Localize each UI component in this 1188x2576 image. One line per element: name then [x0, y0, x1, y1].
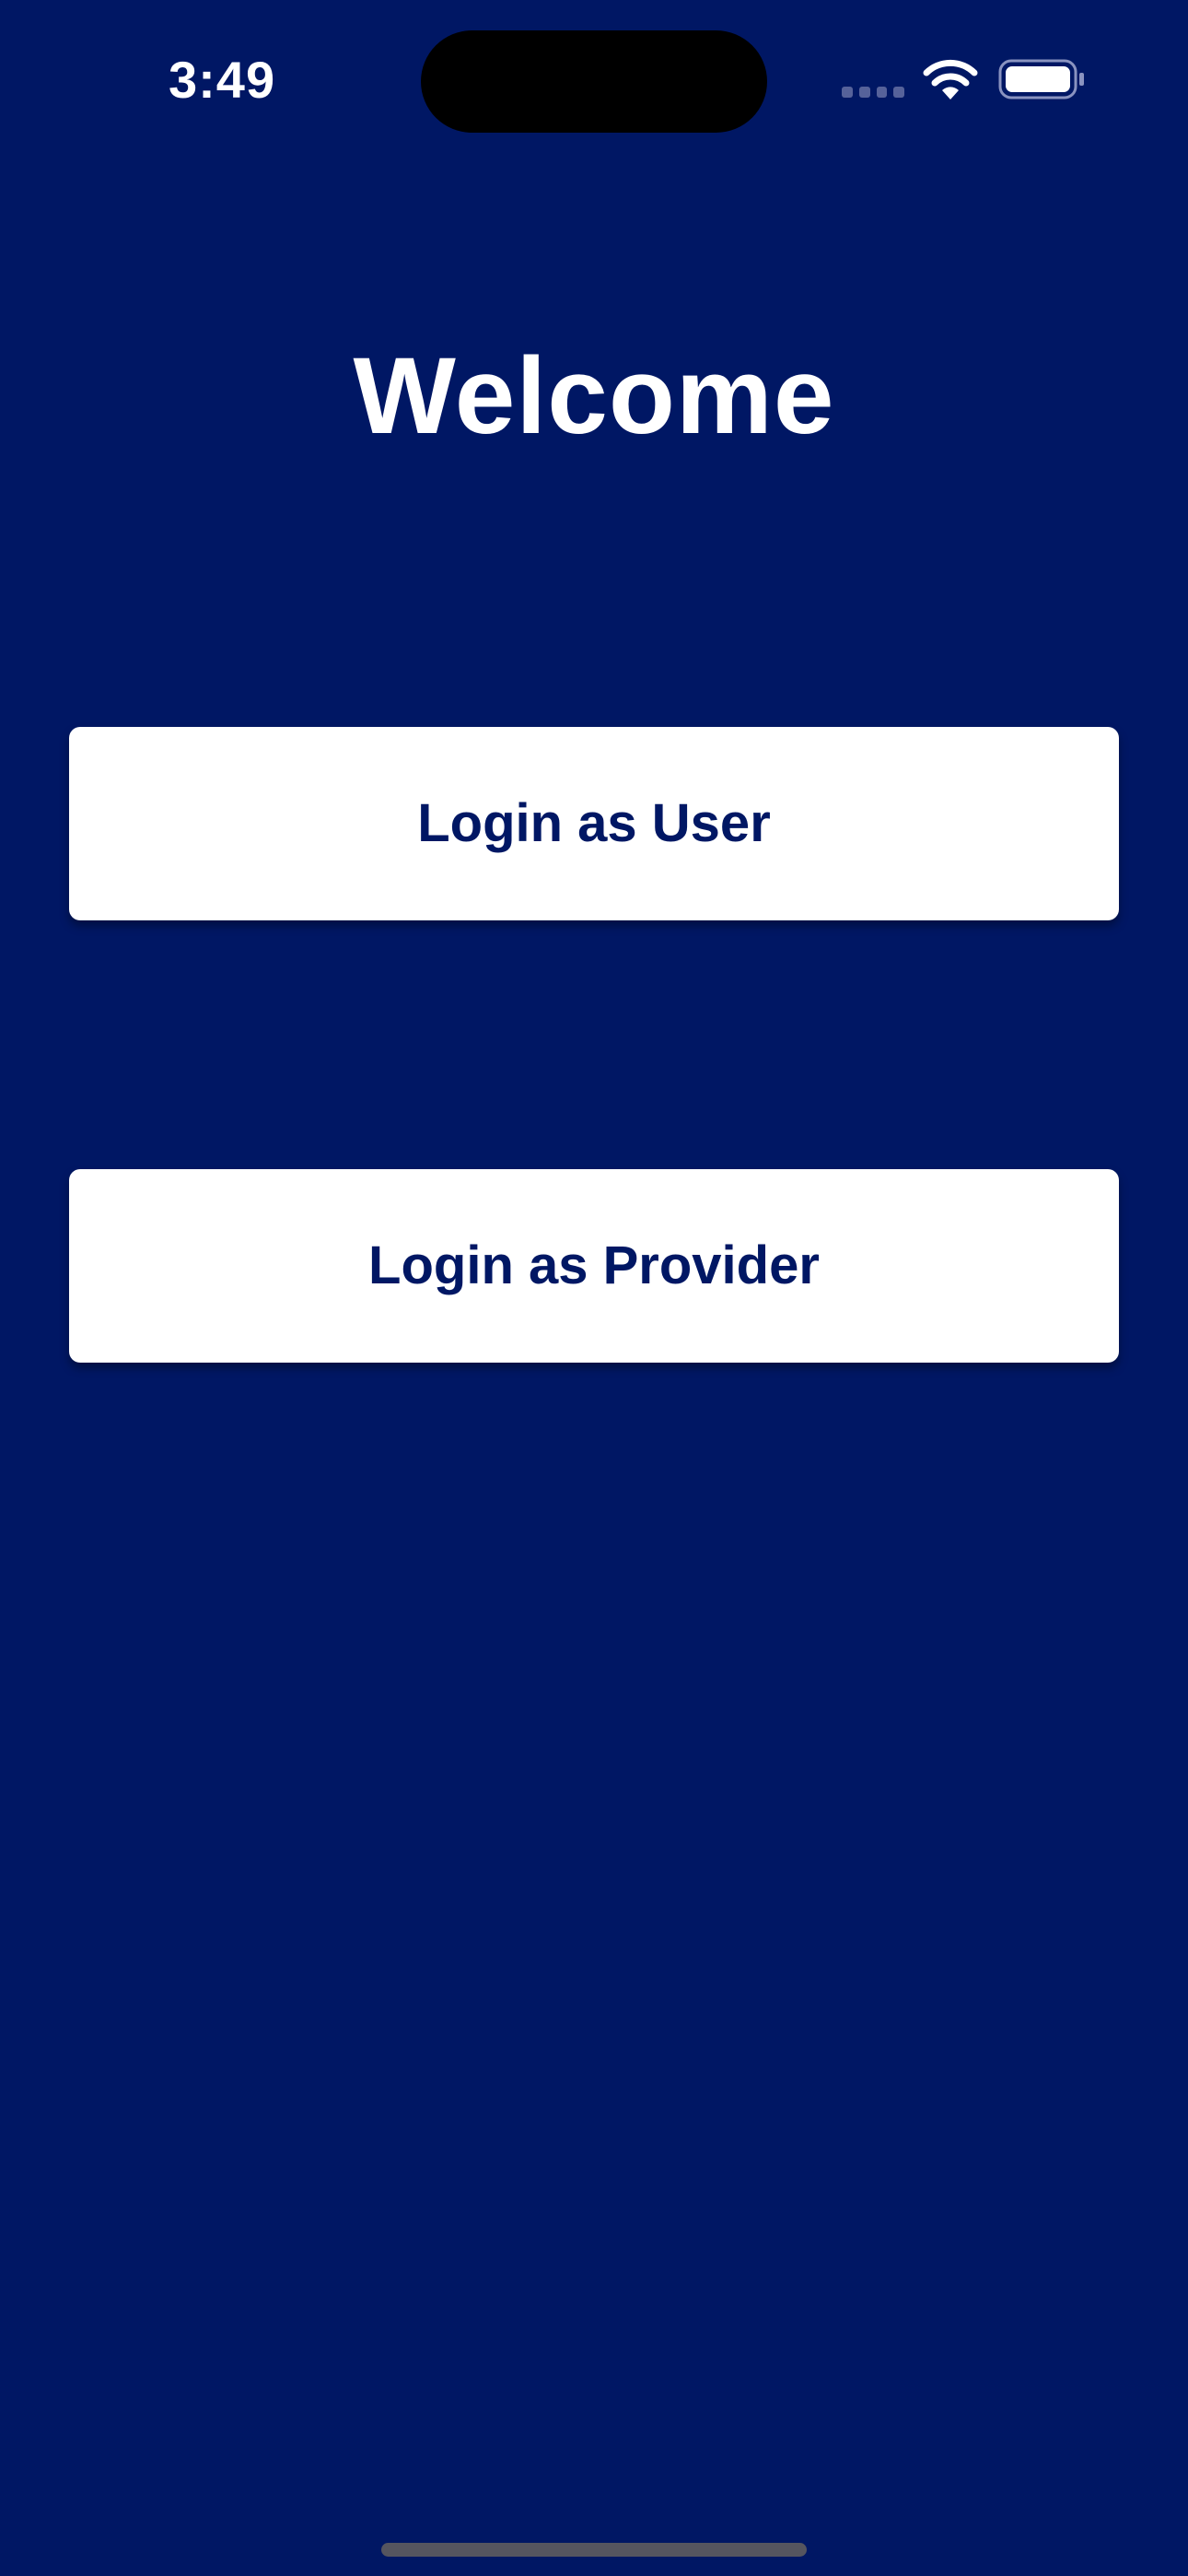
battery-icon — [998, 59, 1084, 100]
home-indicator[interactable] — [381, 2543, 807, 2557]
page-title: Welcome — [353, 335, 835, 457]
login-as-provider-button[interactable]: Login as Provider — [69, 1169, 1119, 1363]
status-time: 3:49 — [169, 51, 276, 109]
cellular-signal-icon — [842, 87, 904, 98]
wifi-icon — [923, 59, 978, 100]
login-as-user-button[interactable]: Login as User — [69, 727, 1119, 920]
status-bar: 3:49 — [0, 0, 1188, 157]
dynamic-island — [421, 30, 767, 133]
